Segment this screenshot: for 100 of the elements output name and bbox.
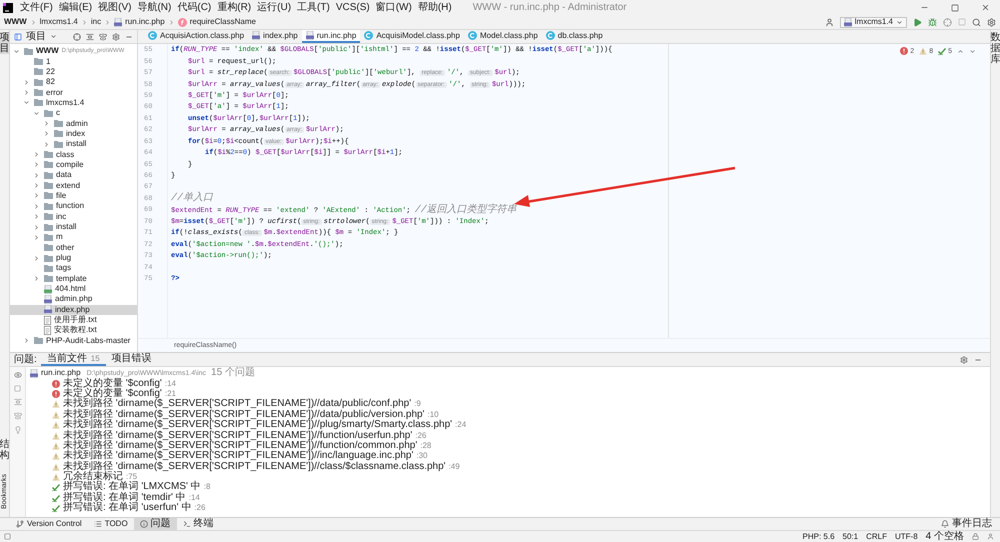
panel-tab[interactable]: 当前文件 15 <box>40 353 106 366</box>
debug-icon[interactable] <box>928 18 937 26</box>
settings-icon[interactable] <box>987 18 996 26</box>
menu-item[interactable]: VCS(S) <box>332 2 373 12</box>
expand-all-icon[interactable] <box>86 32 94 40</box>
breadcrumb-item[interactable]: lmxcms1.4 <box>40 18 78 26</box>
settings-icon[interactable] <box>960 356 968 364</box>
menu-item[interactable]: 工具(T) <box>294 2 333 12</box>
breadcrumb-item[interactable]: run.inc.php <box>125 18 165 26</box>
problem-text[interactable]: 拼写错误: 在单词 'userfun' 中 <box>63 503 192 514</box>
tree-row[interactable]: class <box>10 149 137 160</box>
menu-item[interactable]: 文件(F) <box>17 2 56 12</box>
tree-row[interactable]: function <box>10 201 137 212</box>
maximize-icon[interactable] <box>951 4 959 12</box>
lock-icon[interactable] <box>972 533 979 540</box>
problem-text[interactable]: 未找到路径 'dirname($_SERVER['SCRIPT_FILENAME'])//function/common.php' <box>63 440 418 451</box>
chevron-right-icon[interactable] <box>33 275 40 282</box>
menu-item[interactable]: 运行(U) <box>254 2 294 12</box>
event-log-button[interactable]: 事件日志 <box>941 518 1000 530</box>
tree-row[interactable]: m <box>10 232 137 243</box>
tree-row[interactable]: 82 <box>10 77 137 88</box>
lightbulb-icon[interactable] <box>14 426 22 434</box>
tree-row[interactable]: template <box>10 274 137 284</box>
locate-icon[interactable] <box>73 32 81 40</box>
tree-row[interactable]: compile <box>10 160 137 170</box>
previous-icon[interactable] <box>957 48 964 54</box>
problem-text[interactable]: 未找到路径 'dirname($_SERVER['SCRIPT_FILENAME'])//data/public/conf.php' <box>63 399 412 410</box>
problem-text[interactable]: 未找到路径 'dirname($_SERVER['SCRIPT_FILENAME'])//plug/smarty/Smarty.class.php' <box>63 420 452 430</box>
status-item[interactable]: PHP: 5.6 <box>802 532 835 540</box>
user-icon[interactable] <box>987 533 994 540</box>
menu-item[interactable]: 编辑(E) <box>56 2 96 12</box>
problem-text[interactable]: 未找到路径 'dirname($_SERVER['SCRIPT_FILENAME'])//inc/language.inc.php' <box>63 451 414 462</box>
tree-row[interactable]: tags <box>10 263 137 274</box>
tree-row[interactable]: admin <box>10 118 137 129</box>
file-name[interactable]: run.inc.php <box>41 369 81 378</box>
menu-item[interactable]: 视图(V) <box>95 2 134 12</box>
tool-window-tab[interactable]: 问题 <box>134 518 177 530</box>
status-item[interactable]: 50:1 <box>842 532 858 540</box>
tree-row[interactable]: c <box>10 108 137 118</box>
menu-item[interactable]: 窗口(W) <box>372 2 415 12</box>
settings-icon[interactable] <box>112 32 120 40</box>
project-pane-title[interactable]: 项目 <box>26 32 46 42</box>
tool-window-tab[interactable]: Version Control <box>10 518 88 530</box>
tree-row[interactable]: data <box>10 170 137 180</box>
next-icon[interactable] <box>969 48 976 54</box>
tree-row[interactable]: 404.html <box>10 284 137 294</box>
editor-tab[interactable]: run.inc.php <box>302 30 360 43</box>
panel-tab[interactable]: 项目错误 <box>106 353 158 366</box>
tree-row[interactable]: 安装教程.txt <box>10 325 137 336</box>
breadcrumb-item[interactable]: inc <box>90 18 102 26</box>
database-tool-tab[interactable]: 数据库 <box>990 32 1000 65</box>
problem-text[interactable]: 未定义的变量 '$config' <box>63 388 162 399</box>
close-icon[interactable] <box>981 3 990 12</box>
editor-tab[interactable]: Model.class.php <box>464 30 542 43</box>
caret-icon[interactable] <box>50 33 57 40</box>
tree-row[interactable]: inc <box>10 212 137 222</box>
user-icon[interactable] <box>824 18 834 26</box>
status-item[interactable]: CRLF <box>866 532 887 540</box>
problem-text[interactable]: 拼写错误: 在单词 'LMXCMS' 中 <box>63 482 201 492</box>
menu-item[interactable]: 导航(N) <box>134 2 174 12</box>
status-item[interactable]: 4 个空格 <box>926 532 964 542</box>
breadcrumb-item[interactable]: WWW <box>4 18 27 26</box>
menu-item[interactable]: 重构(R) <box>214 2 254 12</box>
tree-row[interactable]: index.php <box>10 304 137 315</box>
tree-row[interactable]: lmxcms1.4 <box>10 98 137 108</box>
collapse-all-icon[interactable] <box>99 32 107 40</box>
tree-row[interactable]: PHP-Audit-Labs-master <box>10 336 137 346</box>
tree-row[interactable]: index <box>10 128 137 140</box>
run-icon[interactable] <box>913 18 922 26</box>
run-config-dropdown[interactable]: lmxcms1.4 <box>840 16 907 28</box>
tree-row[interactable]: 1 <box>10 56 137 67</box>
problem-text[interactable]: 拼写错误: 在单词 'temdir' 中 <box>63 492 186 503</box>
problem-text[interactable]: 未找到路径 'dirname($_SERVER['SCRIPT_FILENAME'])//function/userfun.php' <box>63 430 412 441</box>
tree-row[interactable]: extend <box>10 180 137 191</box>
tree-row[interactable]: file <box>10 190 137 202</box>
chevron-right-icon[interactable] <box>33 254 40 262</box>
layout-icon[interactable] <box>4 533 11 540</box>
menu-item[interactable]: 代码(C) <box>174 2 214 12</box>
coverage-icon[interactable] <box>943 18 952 26</box>
search-icon[interactable] <box>972 18 981 26</box>
chevron-right-icon[interactable] <box>23 337 30 344</box>
menu-item[interactable]: 帮助(H) <box>414 2 455 12</box>
tree-row[interactable]: other <box>10 242 137 253</box>
tree-row[interactable]: 22 <box>10 66 137 78</box>
tool-window-tab[interactable]: 终端 <box>176 518 220 530</box>
problem-text[interactable]: 未找到路径 'dirname($_SERVER['SCRIPT_FILENAME'])//data/public/version.php' <box>63 410 424 420</box>
editor-tab[interactable]: index.php <box>248 30 302 43</box>
chevron-down-icon[interactable] <box>13 48 20 55</box>
breadcrumb-item[interactable]: requireClassName <box>190 18 256 26</box>
editor-tab[interactable]: AcquisiModel.class.php <box>360 30 464 43</box>
editor-tab[interactable]: AcquisiAction.class.php <box>144 30 248 43</box>
problem-text[interactable]: 未找到路径 'dirname($_SERVER['SCRIPT_FILENAME'])//class/$classname.class.php' <box>63 462 446 472</box>
tool-window-tab[interactable]: TODO <box>88 518 134 530</box>
problem-text[interactable]: 未定义的变量 '$config' <box>63 378 162 389</box>
tree-row[interactable]: plug <box>10 252 137 264</box>
tree-row[interactable]: error <box>10 87 137 98</box>
tree-row[interactable]: install <box>10 139 137 150</box>
tree-row[interactable]: admin.php <box>10 294 137 305</box>
status-item[interactable]: UTF-8 <box>894 532 918 540</box>
eye-icon[interactable] <box>14 371 22 379</box>
